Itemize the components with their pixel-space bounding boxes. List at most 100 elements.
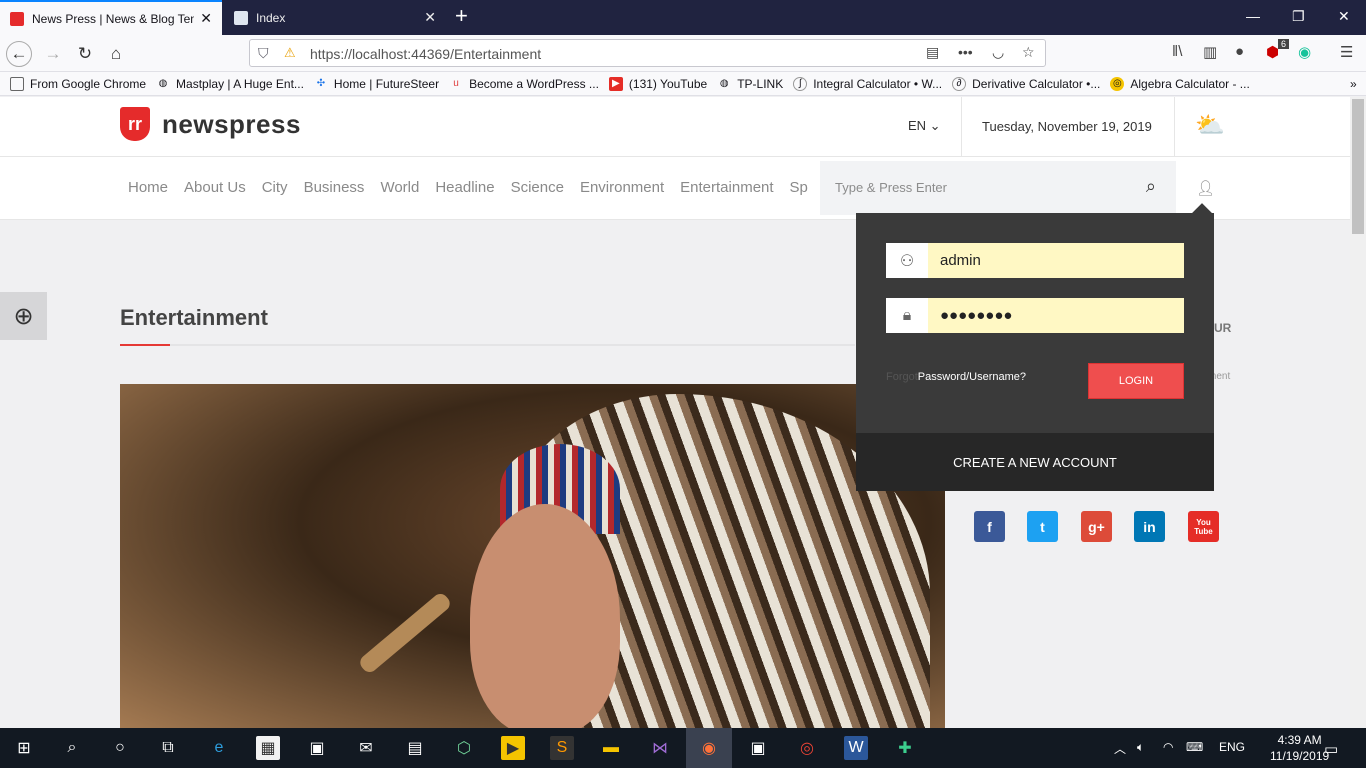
- url-bar[interactable]: ⛉ ⚠ https://localhost:44369/Entertainmen…: [249, 39, 1046, 67]
- visual-studio-icon[interactable]: ⋈: [648, 736, 672, 760]
- menu-icon[interactable]: ☰: [1340, 43, 1353, 61]
- menu-item-home[interactable]: Home: [128, 179, 168, 196]
- mail-icon[interactable]: ✉: [354, 736, 378, 760]
- help-widget-icon[interactable]: ⊕: [0, 292, 47, 340]
- algebra-icon: ◎: [1110, 76, 1125, 91]
- bookmark-item[interactable]: ▶ (131) YouTube: [608, 76, 707, 91]
- new-tab-button[interactable]: +: [455, 5, 468, 27]
- tool-app-icon[interactable]: ✚: [893, 736, 917, 760]
- taskbar-clock[interactable]: 4:39 AM 11/19/2019: [1270, 732, 1329, 764]
- search-input[interactable]: Type & Press Enter: [835, 180, 947, 195]
- site-header: rr newspress EN ⌄ Tuesday, November 19, …: [0, 97, 1350, 157]
- restore-button[interactable]: ❐: [1292, 8, 1305, 25]
- search-box[interactable]: Type & Press Enter ⌕: [820, 161, 1176, 215]
- edge-icon[interactable]: e: [207, 736, 231, 760]
- sidebar-icon[interactable]: ▥: [1203, 43, 1217, 61]
- menu-item-sports[interactable]: Sp: [790, 179, 808, 196]
- bookmark-item[interactable]: ∂ Derivative Calculator •...: [952, 76, 1100, 91]
- player-icon[interactable]: ▶: [501, 736, 525, 760]
- close-window-button[interactable]: ✕: [1338, 8, 1350, 25]
- tab-label: News Press | News & Blog Temp: [32, 11, 195, 26]
- library-icon[interactable]: ‖\: [1172, 43, 1182, 60]
- page-actions-icon[interactable]: •••: [958, 44, 973, 60]
- input-language[interactable]: ENG: [1219, 740, 1245, 754]
- facebook-icon[interactable]: f: [974, 511, 1005, 542]
- cortana-icon[interactable]: ○: [108, 736, 132, 760]
- bookmark-star-icon[interactable]: ☆: [1022, 44, 1035, 61]
- bookmarks-overflow-icon[interactable]: »: [1350, 77, 1357, 91]
- notifications-icon[interactable]: ▭: [1324, 740, 1338, 758]
- bookmark-item[interactable]: ◍ TP-LINK: [717, 77, 783, 91]
- calculator-icon[interactable]: ▤: [403, 736, 427, 760]
- sublime-icon[interactable]: S: [550, 736, 574, 760]
- password-field[interactable]: 🔒︎ ●●●●●●●●: [886, 298, 1184, 333]
- bookmark-item[interactable]: ✣ Home | FutureSteer: [314, 77, 439, 91]
- forward-button[interactable]: →: [40, 41, 66, 67]
- login-dropdown: ⚇ admin 🔒︎ ●●●●●●●● ForgotPassword/Usern…: [856, 203, 1214, 491]
- bookmark-item[interactable]: ∫ Integral Calculator • W...: [793, 76, 942, 91]
- menu-item-science[interactable]: Science: [511, 179, 564, 196]
- googleplus-icon[interactable]: g+: [1081, 511, 1112, 542]
- firefox-icon[interactable]: ◉: [697, 736, 721, 760]
- linkedin-icon[interactable]: in: [1134, 511, 1165, 542]
- password-value[interactable]: ●●●●●●●●: [928, 298, 1012, 333]
- twitter-icon[interactable]: t: [1027, 511, 1058, 542]
- bookmark-item[interactable]: ◎ Algebra Calculator - ...: [1110, 76, 1250, 91]
- windows-start-icon[interactable]: ⊞: [12, 736, 36, 760]
- tab-news-press[interactable]: News Press | News & Blog Temp ✕: [0, 0, 222, 35]
- close-tab-icon[interactable]: ✕: [424, 9, 436, 26]
- url-text[interactable]: https://localhost:44369/Entertainment: [310, 46, 541, 62]
- close-tab-icon[interactable]: ✕: [200, 10, 212, 27]
- chrome-icon[interactable]: ◎: [795, 736, 819, 760]
- search-icon[interactable]: ⌕: [60, 736, 84, 760]
- bookmark-item[interactable]: ◍ Mastplay | A Huge Ent...: [156, 77, 304, 91]
- page-scrollbar[interactable]: [1350, 97, 1366, 728]
- site-logo[interactable]: rr newspress: [120, 107, 301, 141]
- account-icon[interactable]: ●: [1235, 43, 1244, 60]
- pipe-shape: [357, 590, 453, 676]
- reload-button[interactable]: ↻: [72, 41, 98, 67]
- language-selector[interactable]: EN ⌄: [908, 118, 941, 134]
- volume-icon[interactable]: 🔈︎: [1137, 740, 1144, 755]
- grammarly-icon[interactable]: ◉: [1298, 43, 1311, 61]
- user-icon[interactable]: 👤︎: [1196, 179, 1215, 197]
- scrollbar-thumb[interactable]: [1352, 99, 1364, 234]
- virtualbox-icon[interactable]: ⬡: [452, 736, 476, 760]
- bookmark-item[interactable]: From Google Chrome: [10, 76, 146, 91]
- keyboard-icon[interactable]: ⌨: [1186, 740, 1203, 754]
- tab-index[interactable]: Index ✕: [224, 0, 446, 35]
- login-button[interactable]: LOGIN: [1088, 363, 1184, 399]
- shield-icon[interactable]: ⛉: [258, 45, 269, 62]
- create-account-button[interactable]: CREATE A NEW ACCOUNT: [856, 433, 1214, 491]
- menu-item-city[interactable]: City: [262, 179, 288, 196]
- file-explorer-icon[interactable]: ▬: [599, 736, 623, 760]
- clock-time: 4:39 AM: [1277, 733, 1322, 747]
- task-view-icon[interactable]: ⧉: [156, 736, 180, 760]
- menu-item-environment[interactable]: Environment: [580, 179, 664, 196]
- username-field[interactable]: ⚇ admin: [886, 243, 1184, 278]
- forgot-password-link[interactable]: ForgotPassword/Username?: [886, 371, 1026, 383]
- menu-item-business[interactable]: Business: [304, 179, 365, 196]
- youtube-icon[interactable]: You Tube: [1188, 511, 1219, 542]
- menu-item-world[interactable]: World: [380, 179, 419, 196]
- back-button[interactable]: ←: [6, 41, 32, 67]
- search-icon[interactable]: ⌕: [1146, 176, 1156, 197]
- wifi-icon[interactable]: ◠: [1163, 740, 1173, 754]
- network-app-icon[interactable]: ▣: [746, 736, 770, 760]
- minimize-button[interactable]: —: [1246, 8, 1260, 24]
- reader-view-icon[interactable]: ▤: [926, 44, 939, 61]
- remote-desktop-icon[interactable]: ▣: [305, 736, 329, 760]
- featured-image[interactable]: [120, 384, 945, 728]
- store-icon[interactable]: ▦: [256, 736, 280, 760]
- tray-overflow-icon[interactable]: ︿: [1114, 740, 1126, 757]
- logo-text: newspress: [162, 108, 301, 139]
- menu-item-about-us[interactable]: About Us: [184, 179, 246, 196]
- word-icon[interactable]: W: [844, 736, 868, 760]
- menu-item-headline[interactable]: Headline: [435, 179, 494, 196]
- home-button[interactable]: ⌂: [103, 41, 129, 67]
- menu-item-entertainment[interactable]: Entertainment: [680, 179, 773, 196]
- pocket-icon[interactable]: ◡: [992, 44, 1004, 61]
- username-value[interactable]: admin: [928, 243, 981, 278]
- insecure-lock-icon[interactable]: ⚠: [284, 45, 296, 61]
- bookmark-item[interactable]: u Become a WordPress ...: [449, 77, 599, 91]
